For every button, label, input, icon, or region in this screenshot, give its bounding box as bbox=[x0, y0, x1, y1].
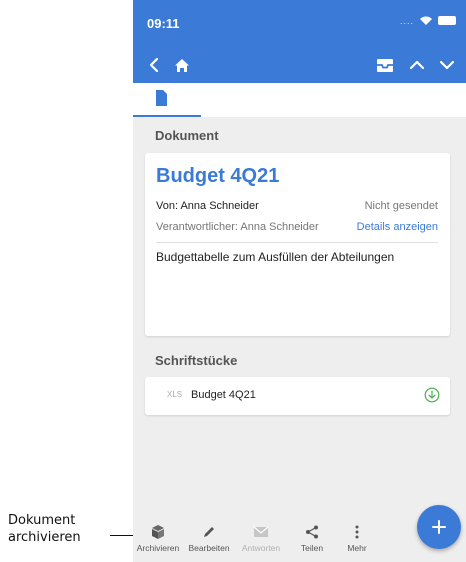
document-send-status: Nicht gesendet bbox=[364, 200, 438, 212]
navigation-bar bbox=[133, 45, 466, 83]
section-heading-attachments: Schriftstücke bbox=[155, 353, 238, 368]
document-meta-row-1: Von: Anna Schneider Nicht gesendet bbox=[156, 200, 438, 212]
tab-active-indicator bbox=[133, 115, 201, 117]
chevron-down-icon bbox=[439, 60, 455, 70]
section-heading-document: Dokument bbox=[155, 128, 219, 143]
bottom-action-bar: Archivieren Bearbeiten Antworten Teilen … bbox=[133, 517, 408, 562]
archive-button[interactable]: Archivieren bbox=[133, 517, 183, 553]
status-time: 09:11 bbox=[147, 16, 180, 31]
inbox-button[interactable] bbox=[374, 54, 396, 76]
home-icon bbox=[175, 58, 189, 72]
next-button[interactable] bbox=[436, 54, 458, 76]
document-meta-row-2: Verantwortlicher: Anna Schneider Details… bbox=[156, 221, 438, 233]
callout-line-1: Dokument bbox=[8, 513, 76, 528]
document-responsible: Verantwortlicher: Anna Schneider bbox=[156, 221, 319, 233]
archive-label: Archivieren bbox=[136, 543, 180, 553]
status-icons: .... bbox=[400, 15, 456, 26]
add-button[interactable] bbox=[417, 505, 461, 549]
details-link[interactable]: Details anzeigen bbox=[357, 221, 438, 233]
document-description: Budgettabelle zum Ausfüllen der Abteilun… bbox=[156, 250, 395, 264]
status-bar: 09:11 .... bbox=[133, 0, 466, 45]
battery-icon bbox=[438, 16, 456, 25]
chevron-up-icon bbox=[409, 60, 425, 70]
download-circle-icon bbox=[424, 387, 440, 403]
pencil-icon bbox=[204, 527, 214, 537]
document-icon bbox=[156, 90, 167, 106]
archive-box-icon bbox=[152, 525, 164, 539]
signal-icon: .... bbox=[399, 15, 414, 26]
more-vertical-icon bbox=[355, 525, 359, 539]
phone-screen: 09:11 .... Dokument Budget 4Q21 Von: Ann… bbox=[133, 0, 466, 562]
divider bbox=[156, 242, 438, 243]
document-title: Budget 4Q21 bbox=[156, 165, 280, 187]
reply-button: Antworten bbox=[235, 517, 287, 553]
edit-label: Bearbeiten bbox=[188, 543, 230, 553]
callout-line-2: archivieren bbox=[8, 530, 81, 545]
plus-icon bbox=[432, 520, 446, 534]
inbox-tray-icon bbox=[377, 58, 393, 72]
callout-archive-document: Dokument archivieren bbox=[8, 512, 81, 546]
share-icon bbox=[306, 525, 318, 539]
attachment-type-badge: XLS bbox=[167, 390, 183, 399]
back-button[interactable] bbox=[143, 54, 165, 76]
more-button[interactable]: Mehr bbox=[337, 517, 377, 553]
chevron-left-icon bbox=[149, 57, 159, 73]
home-button[interactable] bbox=[171, 54, 193, 76]
download-button[interactable] bbox=[424, 387, 440, 408]
edit-button[interactable]: Bearbeiten bbox=[183, 517, 235, 553]
share-button[interactable]: Teilen bbox=[287, 517, 337, 553]
document-from: Von: Anna Schneider bbox=[156, 200, 259, 212]
tab-bar bbox=[133, 83, 466, 117]
envelope-icon bbox=[253, 526, 269, 537]
attachment-name: Budget 4Q21 bbox=[191, 389, 256, 401]
document-card: Budget 4Q21 Von: Anna Schneider Nicht ge… bbox=[145, 153, 450, 336]
tab-document[interactable] bbox=[155, 90, 167, 111]
previous-button[interactable] bbox=[406, 54, 428, 76]
wifi-icon bbox=[420, 16, 432, 25]
more-label: Mehr bbox=[347, 543, 367, 553]
reply-label: Antworten bbox=[241, 543, 281, 553]
attachment-item[interactable]: XLS Budget 4Q21 bbox=[145, 377, 450, 415]
share-label: Teilen bbox=[300, 543, 324, 553]
